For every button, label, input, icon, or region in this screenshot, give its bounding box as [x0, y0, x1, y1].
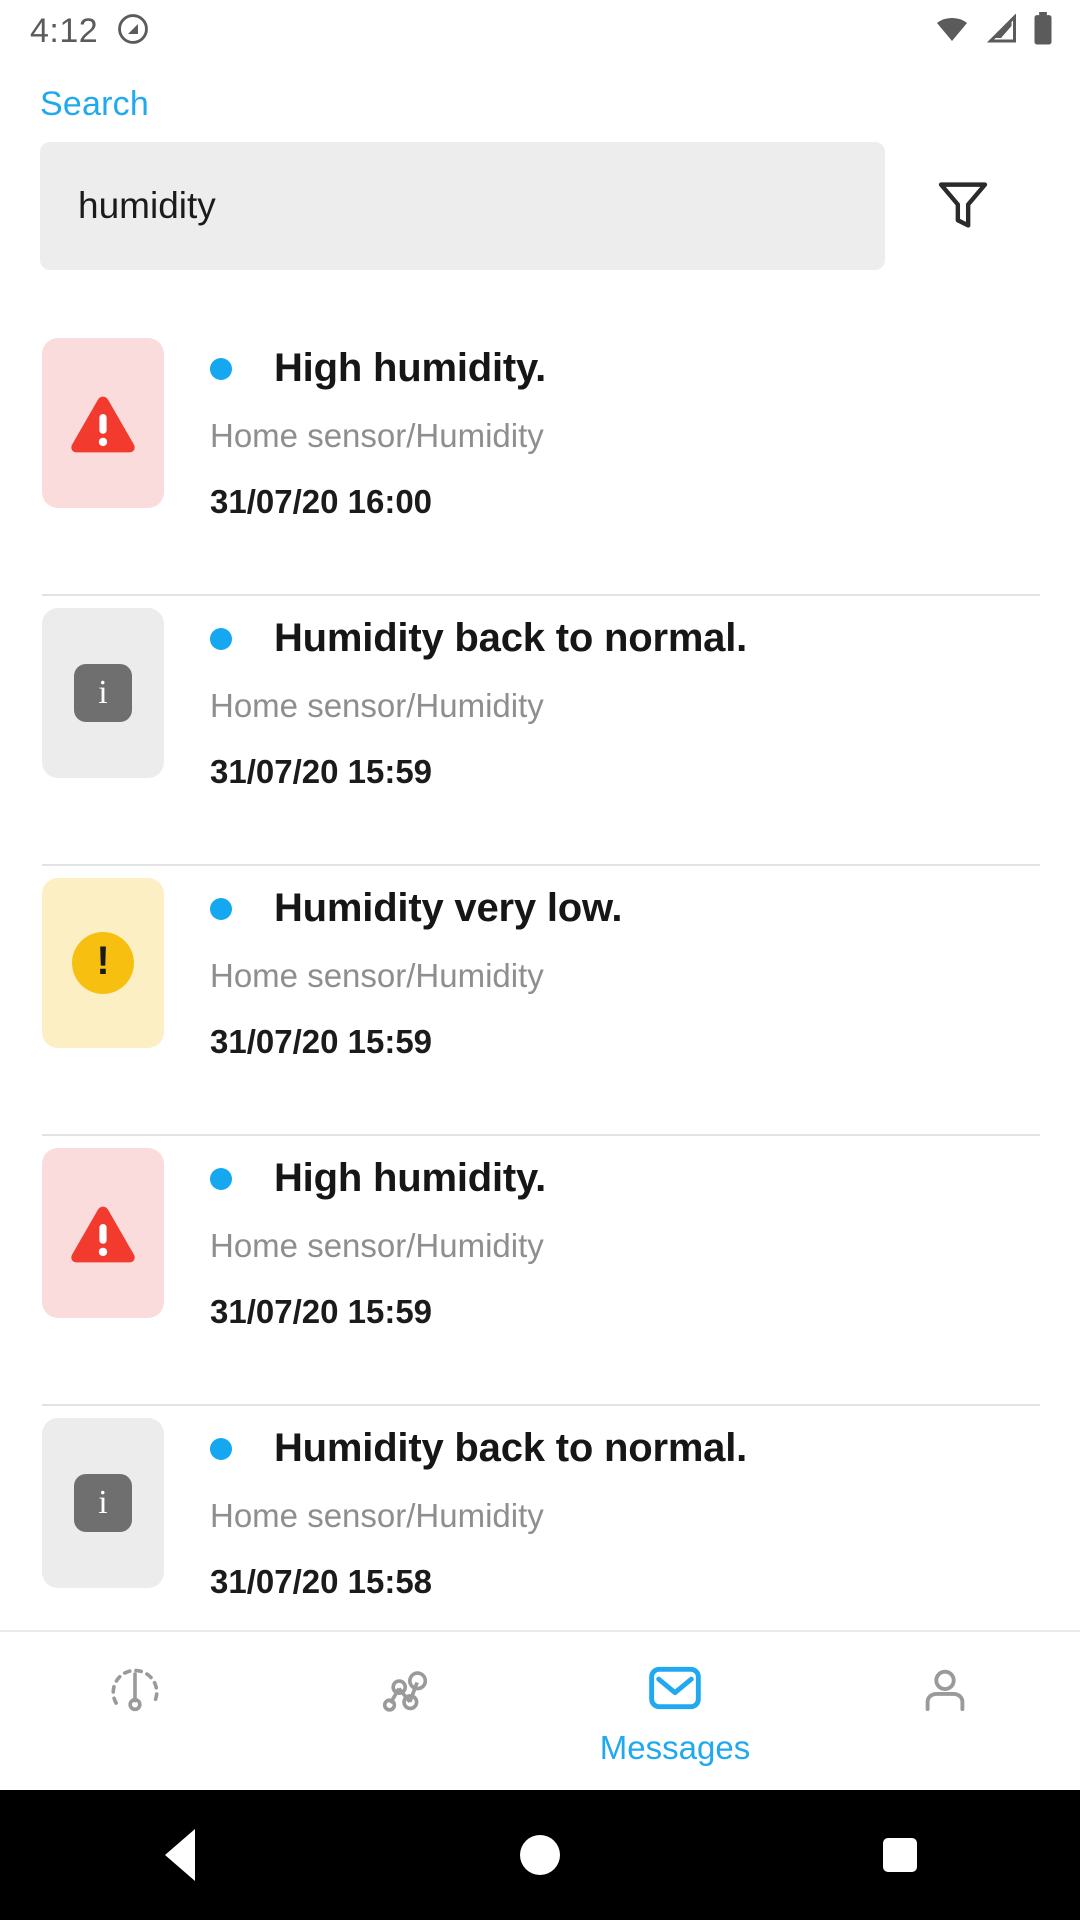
search-input[interactable]: [78, 185, 847, 227]
person-icon: [916, 1662, 974, 1725]
unread-dot-icon: [210, 1437, 232, 1460]
phone-screen: 4:12 Search humidity High humidity. Home…: [0, 0, 1080, 1920]
system-recents-button[interactable]: [810, 1790, 990, 1920]
message-timestamp: 31/07/20 15:59: [210, 753, 433, 790]
search-row: [40, 142, 1040, 270]
unread-dot-icon: [210, 627, 232, 650]
unread-dot-icon: [210, 357, 232, 380]
recents-square-icon: [883, 1838, 917, 1872]
system-back-button[interactable]: [90, 1790, 270, 1920]
message-texts: High humidity. Home sensor/Humidity 31/0…: [164, 1148, 546, 1331]
wifi-icon: [934, 14, 970, 49]
unread-dot-icon: [210, 897, 232, 920]
message-title-line: Humidity back to normal.: [210, 616, 747, 661]
info-icon: i: [74, 1474, 132, 1532]
warning-triangle-icon: [67, 1200, 139, 1266]
message-timestamp: 31/07/20 15:58: [210, 1563, 433, 1600]
message-source: Home sensor/Humidity: [210, 1227, 544, 1264]
envelope-icon: [647, 1662, 703, 1719]
exclamation-circle-icon: !: [72, 932, 134, 994]
severity-badge-warning: !: [42, 878, 164, 1048]
search-field-wrapper[interactable]: [40, 142, 885, 270]
tab-messages[interactable]: Messages: [540, 1632, 810, 1792]
battery-icon: [1032, 11, 1054, 51]
message-row[interactable]: i Humidity back to normal. Home sensor/H…: [0, 596, 1080, 866]
info-icon: i: [74, 664, 132, 722]
message-source: Home sensor/Humidity: [210, 687, 544, 724]
home-circle-icon: [520, 1835, 560, 1875]
message-timestamp: 31/07/20 15:59: [210, 1023, 433, 1060]
cellular-signal-icon: [984, 12, 1018, 49]
message-texts: Humidity back to normal. Home sensor/Hum…: [164, 608, 747, 791]
message-texts: Humidity back to normal. Home sensor/Hum…: [164, 1418, 747, 1601]
status-bar-right: [934, 11, 1054, 51]
message-title-line: Humidity very low.: [210, 886, 623, 931]
bottom-tab-bar: Messages: [0, 1630, 1080, 1790]
message-source: Home sensor/Humidity: [210, 957, 544, 994]
system-navigation-bar: [0, 1790, 1080, 1920]
message-texts: Humidity very low. Home sensor/Humidity …: [164, 878, 623, 1061]
message-title-line: High humidity.: [210, 346, 546, 391]
page-title: Search: [40, 85, 149, 123]
message-source: Home sensor/Humidity: [210, 1497, 544, 1534]
unread-dot-icon: [210, 1167, 232, 1190]
message-texts: High humidity. Home sensor/Humidity 31/0…: [164, 338, 546, 521]
status-bar-clock: 4:12: [30, 11, 99, 50]
filter-funnel-icon: [932, 173, 994, 240]
system-home-button[interactable]: [450, 1790, 630, 1920]
back-triangle-icon: [165, 1829, 195, 1881]
severity-badge-alert: [42, 338, 164, 508]
message-timestamp: 31/07/20 16:00: [210, 483, 433, 520]
tab-profile[interactable]: [810, 1632, 1080, 1792]
messages-list: High humidity. Home sensor/Humidity 31/0…: [0, 326, 1080, 1676]
gauge-icon: [106, 1662, 164, 1725]
tab-devices[interactable]: [270, 1632, 540, 1792]
message-row[interactable]: ! Humidity very low. Home sensor/Humidit…: [0, 866, 1080, 1136]
filter-button[interactable]: [885, 142, 1040, 270]
message-title: High humidity.: [274, 346, 546, 390]
status-bar: 4:12: [0, 0, 1080, 62]
message-title-line: High humidity.: [210, 1156, 546, 1201]
severity-badge-alert: [42, 1148, 164, 1318]
message-title-line: Humidity back to normal.: [210, 1426, 747, 1471]
message-row[interactable]: High humidity. Home sensor/Humidity 31/0…: [0, 1136, 1080, 1406]
message-timestamp: 31/07/20 15:59: [210, 1293, 433, 1330]
message-title: High humidity.: [274, 1156, 546, 1200]
status-bar-left: 4:12: [30, 12, 150, 51]
network-nodes-icon: [376, 1662, 434, 1725]
warning-triangle-icon: [67, 390, 139, 456]
do-not-disturb-icon: [116, 12, 150, 51]
severity-badge-info: i: [42, 1418, 164, 1588]
tab-messages-label: Messages: [599, 1729, 751, 1766]
tab-dashboard[interactable]: [0, 1632, 270, 1792]
message-row[interactable]: High humidity. Home sensor/Humidity 31/0…: [0, 326, 1080, 596]
severity-badge-info: i: [42, 608, 164, 778]
message-title: Humidity very low.: [274, 886, 623, 930]
message-title: Humidity back to normal.: [274, 1426, 748, 1470]
message-title: Humidity back to normal.: [274, 616, 748, 660]
message-source: Home sensor/Humidity: [210, 417, 544, 454]
